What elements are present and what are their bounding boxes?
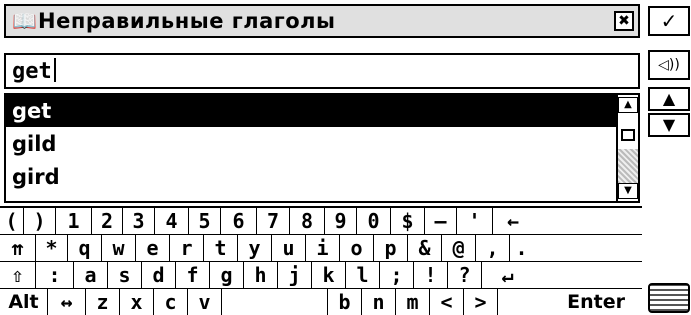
scroll-up-button[interactable]: ▲ bbox=[618, 97, 638, 113]
key-l[interactable]: l bbox=[346, 262, 380, 288]
key-caps-lock[interactable]: ⇈ bbox=[0, 235, 36, 261]
key-k[interactable]: k bbox=[312, 262, 346, 288]
key-9[interactable]: 9 bbox=[325, 208, 357, 234]
close-button[interactable]: ✖ bbox=[614, 11, 634, 31]
word-list: get gild gird ▲ ▼ bbox=[4, 93, 640, 203]
dictionary-window: 📖 Неправильные глаголы ✖ get get gild gi… bbox=[0, 0, 642, 315]
text-caret bbox=[53, 58, 56, 82]
key-2[interactable]: 2 bbox=[92, 208, 123, 234]
key-z[interactable]: z bbox=[86, 289, 120, 315]
key-d[interactable]: d bbox=[142, 262, 176, 288]
scroll-thumb[interactable] bbox=[621, 129, 635, 141]
window-title: Неправильные глаголы bbox=[38, 9, 336, 33]
key-b[interactable]: b bbox=[328, 289, 362, 315]
key-paren-right[interactable]: ) bbox=[24, 208, 56, 234]
key-dash[interactable]: – bbox=[425, 208, 457, 234]
key-return[interactable]: ↵ bbox=[482, 262, 533, 288]
key-a[interactable]: a bbox=[74, 262, 108, 288]
book-icon: 📖 bbox=[12, 9, 37, 33]
key-h[interactable]: h bbox=[244, 262, 278, 288]
page-up-button[interactable]: ▲ bbox=[648, 87, 690, 111]
key-1[interactable]: 1 bbox=[56, 208, 92, 234]
key-5[interactable]: 5 bbox=[189, 208, 221, 234]
key-exclamation[interactable]: ! bbox=[414, 262, 448, 288]
key-p[interactable]: p bbox=[374, 235, 408, 261]
key-alt[interactable]: Alt bbox=[0, 289, 48, 315]
key-y[interactable]: y bbox=[238, 235, 272, 261]
key-3[interactable]: 3 bbox=[123, 208, 155, 234]
key-paren-left[interactable]: ( bbox=[0, 208, 24, 234]
search-input[interactable]: get bbox=[4, 53, 640, 89]
keyboard-icon[interactable] bbox=[648, 283, 690, 313]
on-screen-keyboard: ( ) 1 2 3 4 5 6 7 8 9 0 $ – ' ← ⇈ * q w … bbox=[0, 206, 642, 315]
key-comma[interactable]: , bbox=[476, 235, 510, 261]
key-0[interactable]: 0 bbox=[357, 208, 391, 234]
key-q[interactable]: q bbox=[68, 235, 102, 261]
check-icon: ✓ bbox=[660, 9, 678, 33]
list-scrollbar[interactable]: ▲ ▼ bbox=[616, 95, 638, 201]
search-input-value: get bbox=[12, 58, 56, 84]
key-j[interactable]: j bbox=[278, 262, 312, 288]
keyboard-row-3: ⇧ : a s d f g h j k l ; ! ? ↵ bbox=[0, 262, 642, 289]
scroll-track[interactable] bbox=[618, 149, 638, 183]
title-bar: 📖 Неправильные глаголы ✖ bbox=[4, 4, 640, 38]
page-down-button[interactable]: ▼ bbox=[648, 113, 690, 137]
key-c[interactable]: c bbox=[154, 289, 188, 315]
key-s[interactable]: s bbox=[108, 262, 142, 288]
key-shift[interactable]: ⇧ bbox=[0, 262, 36, 288]
key-8[interactable]: 8 bbox=[290, 208, 325, 234]
arrow-up-icon: ▲ bbox=[662, 89, 676, 108]
speaker-icon: ◁)) bbox=[658, 57, 680, 73]
key-dollar[interactable]: $ bbox=[391, 208, 425, 234]
key-7[interactable]: 7 bbox=[257, 208, 290, 234]
key-o[interactable]: o bbox=[340, 235, 374, 261]
key-space[interactable] bbox=[222, 289, 328, 315]
key-x[interactable]: x bbox=[120, 289, 154, 315]
side-panel: ✓ ◁)) ▲ ▼ bbox=[644, 0, 691, 315]
key-g[interactable]: g bbox=[210, 262, 244, 288]
key-f[interactable]: f bbox=[176, 262, 210, 288]
key-less-than[interactable]: < bbox=[430, 289, 464, 315]
key-n[interactable]: n bbox=[362, 289, 396, 315]
key-ampersand[interactable]: & bbox=[408, 235, 442, 261]
key-v[interactable]: v bbox=[188, 289, 222, 315]
key-question[interactable]: ? bbox=[448, 262, 482, 288]
keyboard-row-1: ( ) 1 2 3 4 5 6 7 8 9 0 $ – ' ← bbox=[0, 208, 642, 235]
key-t[interactable]: t bbox=[204, 235, 238, 261]
list-item[interactable]: gild bbox=[6, 128, 616, 160]
pronounce-button[interactable]: ◁)) bbox=[648, 50, 690, 80]
list-item-selected[interactable]: get bbox=[6, 95, 616, 127]
key-e[interactable]: e bbox=[136, 235, 170, 261]
keyboard-row-4: Alt ↔ z x c v b n m < > Enter bbox=[0, 289, 642, 315]
arrow-down-icon: ▼ bbox=[662, 115, 676, 134]
keyboard-row-2: ⇈ * q w e r t y u i o p & @ , . bbox=[0, 235, 642, 262]
key-language-switch[interactable]: ↔ bbox=[48, 289, 86, 315]
key-i[interactable]: i bbox=[306, 235, 340, 261]
key-semicolon[interactable]: ; bbox=[380, 262, 414, 288]
key-colon[interactable]: : bbox=[36, 262, 74, 288]
key-w[interactable]: w bbox=[102, 235, 136, 261]
scroll-down-button[interactable]: ▼ bbox=[618, 183, 638, 199]
key-m[interactable]: m bbox=[396, 289, 430, 315]
key-greater-than[interactable]: > bbox=[464, 289, 498, 315]
key-period[interactable]: . bbox=[510, 235, 533, 261]
key-asterisk[interactable]: * bbox=[36, 235, 68, 261]
list-item[interactable]: gird bbox=[6, 161, 616, 193]
key-apostrophe[interactable]: ' bbox=[457, 208, 493, 234]
key-backspace[interactable]: ← bbox=[493, 208, 533, 234]
key-6[interactable]: 6 bbox=[221, 208, 257, 234]
key-u[interactable]: u bbox=[272, 235, 306, 261]
key-r[interactable]: r bbox=[170, 235, 204, 261]
key-at[interactable]: @ bbox=[442, 235, 476, 261]
ok-button[interactable]: ✓ bbox=[648, 6, 690, 36]
key-enter[interactable]: Enter bbox=[498, 289, 633, 315]
key-4[interactable]: 4 bbox=[155, 208, 189, 234]
